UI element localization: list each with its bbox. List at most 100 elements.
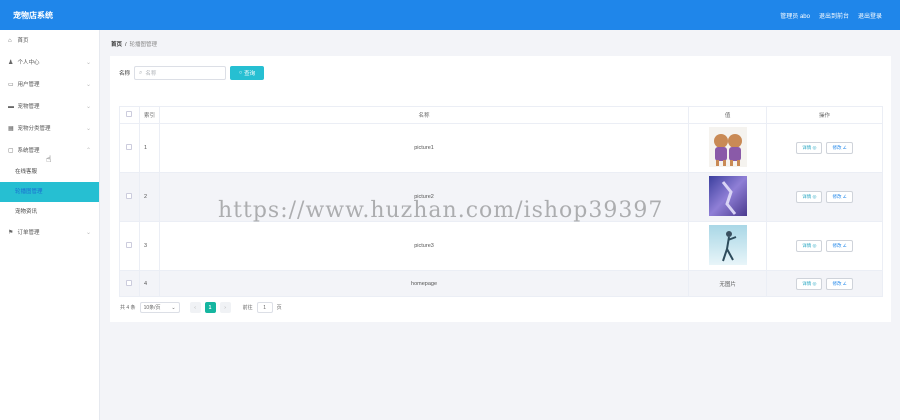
row-name: picture1 [158,123,690,173]
sidebar-item-label: 用户管理 [17,82,40,88]
app-title: 宠物店系统 [13,11,53,20]
row-operations: 详情 ◎ 修改 ∠ [766,123,883,173]
row-index: 2 [138,172,160,222]
list-icon: ▬ [8,104,14,110]
row-value [688,123,768,173]
goto-label: 前往 [242,305,253,311]
search-icon: ○ [238,70,243,76]
header-value: 值 [688,106,768,124]
sidebar-item-users[interactable]: ▭ 用户管理 ⌄ [0,74,99,96]
table-row: 4 homepage 无图片 详情 ◎ 修改 ∠ [119,270,883,297]
chevron-down-icon: ⌄ [85,126,91,132]
view-button[interactable]: 详情 ◎ [796,142,823,154]
view-button[interactable]: 详情 ◎ [796,191,823,203]
row-index: 4 [138,270,160,297]
sidebar: ⌂ 首页 ♟ 个人中心 ⌄ ▭ 用户管理 ⌄ ▬ 宠物管理 ⌄ ▦ 宠物分类管理… [0,30,100,420]
header-index: 索引 [138,106,160,124]
header-operations: 操作 [766,106,883,124]
row-index: 3 [138,221,160,271]
edit-button[interactable]: 修改 ∠ [826,240,853,252]
row-operations: 详情 ◎ 修改 ∠ [766,221,883,271]
content-panel: 名称 ⌕ 名称 ○ 查询 索引 名称 值 操作 1 picture1 详情 ◎ … [110,56,891,322]
edit-button[interactable]: 修改 ∠ [826,191,853,203]
row-checkbox[interactable] [126,144,133,150]
row-value [688,172,768,222]
row-value [688,221,768,271]
row-checkbox[interactable] [126,193,133,199]
next-page-button[interactable]: › [219,302,231,313]
table-row: 3 picture3 详情 ◎ 修改 ∠ [119,221,883,271]
edit-button[interactable]: 修改 ∠ [826,277,853,290]
flag-icon: ⚑ [8,230,14,236]
chevron-down-icon: ⌄ [85,230,91,236]
hand-cursor-icon: ☝ [46,154,52,164]
chevron-down-icon: ⌄ [85,104,91,110]
chat-icon: ▭ [8,82,14,88]
page-number-current[interactable]: 1 [204,302,216,313]
breadcrumb-separator: / [125,42,127,48]
pagination: 共 4 条 10条/页 ⌄ ‹ 1 › 前往 1 页 [120,302,282,313]
watermark: https://www.huzhan.com/ishop39397 [218,198,664,223]
page-size-select[interactable]: 10条/页 ⌄ [139,302,180,313]
breadcrumb-home[interactable]: 首页 [111,42,122,48]
sidebar-item-home[interactable]: ⌂ 首页 [0,30,99,52]
user-icon: ♟ [8,60,14,66]
select-all-header [119,106,140,124]
sidebar-item-label: 宠物分类管理 [17,126,51,132]
top-links: 管理员 abo 退出到前台 退出登录 [780,11,882,20]
header-name: 名称 [158,106,690,124]
carousel-thumbnail-figure [708,225,747,265]
goto-page-input[interactable]: 1 [256,302,273,313]
back-to-front-link[interactable]: 退出到前台 [819,11,849,20]
system-icon: ▢ [8,148,14,154]
goto-unit: 页 [276,305,282,311]
view-button[interactable]: 详情 ◎ [796,240,823,252]
carousel-thumbnail-dogs [708,127,747,167]
logout-link[interactable]: 退出登录 [858,11,882,20]
select-all-checkbox[interactable] [126,111,133,117]
row-name: picture3 [158,221,690,271]
row-operations: 详情 ◎ 修改 ∠ [766,270,883,297]
chevron-down-icon: ⌄ [85,60,91,66]
row-value: 无图片 [688,270,768,297]
prev-page-button[interactable]: ‹ [189,302,201,313]
row-checkbox[interactable] [126,242,133,248]
search-input[interactable]: ⌕ 名称 [134,66,227,80]
sidebar-subitem-pet-news[interactable]: 宠物资讯 [0,202,99,222]
search-placeholder: 名称 [145,71,157,77]
sidebar-subitem-online-service[interactable]: 在线客服 [0,162,99,182]
sidebar-item-label: 个人中心 [17,60,40,66]
row-operations: 详情 ◎ 修改 ∠ [766,172,883,222]
row-name: homepage [158,270,690,297]
chevron-down-icon: ⌄ [171,304,176,311]
home-icon: ⌂ [8,38,12,44]
chevron-up-icon: ⌃ [85,148,91,154]
grid-icon: ▦ [8,126,14,132]
search-label: 名称 [119,71,131,77]
sidebar-item-label: 宠物管理 [17,104,40,110]
query-button-label: 查询 [244,71,256,77]
sidebar-item-label: 系统管理 [17,148,40,154]
sidebar-item-label: 首页 [17,38,29,44]
sidebar-item-pets[interactable]: ▬ 宠物管理 ⌄ [0,96,99,118]
search-icon: ⌕ [139,69,143,76]
search-bar: 名称 ⌕ 名称 ○ 查询 [119,66,265,80]
carousel-thumbnail-purple [708,176,747,216]
top-bar: 宠物店系统 管理员 abo 退出到前台 退出登录 [0,0,900,30]
pagination-total: 共 4 条 [120,305,136,311]
view-button[interactable]: 详情 ◎ [796,277,823,290]
row-checkbox[interactable] [126,279,133,286]
table-row: 1 picture1 详情 ◎ 修改 ∠ [119,123,883,173]
sidebar-subitem-carousel[interactable]: 轮播图管理 [0,182,99,202]
current-user: 管理员 abo [780,14,810,20]
breadcrumb-current: 轮播图管理 [129,42,158,48]
page-size-value: 10条/页 [143,305,161,311]
row-index: 1 [138,123,160,173]
sidebar-item-orders[interactable]: ⚑ 订单管理 ⌄ [0,222,99,244]
breadcrumb: 首页 / 轮播图管理 [111,40,157,48]
sidebar-item-profile[interactable]: ♟ 个人中心 ⌄ [0,52,99,74]
query-button[interactable]: ○ 查询 [230,66,265,80]
sidebar-item-pet-categories[interactable]: ▦ 宠物分类管理 ⌄ [0,118,99,140]
chevron-down-icon: ⌄ [85,82,91,88]
edit-button[interactable]: 修改 ∠ [826,142,853,154]
